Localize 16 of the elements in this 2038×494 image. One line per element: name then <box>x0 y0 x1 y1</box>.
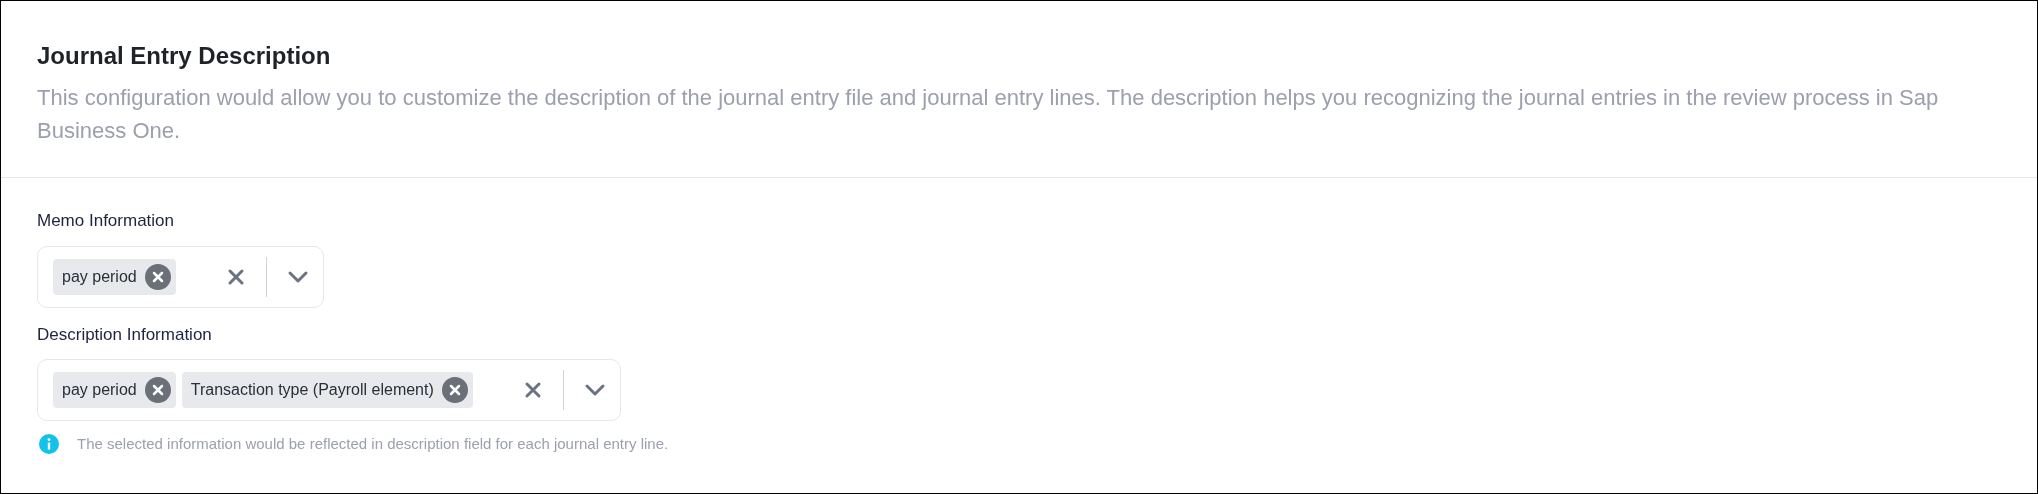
section-description: This configuration would allow you to customize the description of the journal entry file and journal entry lines. The description helps you recognizing the journal entries in the review process in Sap Business One. <box>37 84 1940 145</box>
chevron-down-icon[interactable] <box>583 383 606 397</box>
section-title: Journal Entry Description <box>37 41 332 71</box>
field-label: Description Information <box>37 323 213 346</box>
tag-label: pay period <box>62 380 137 400</box>
tag-label: Transaction type (Payroll element) <box>190 380 434 400</box>
remove-tag-icon[interactable] <box>441 377 468 403</box>
chevron-down-icon[interactable] <box>286 269 309 284</box>
info-note: The selected information would be reflected in description field for each journal entry line. <box>77 434 669 454</box>
remove-tag-icon[interactable] <box>144 377 171 403</box>
info-icon <box>39 434 59 455</box>
multi-select-field[interactable]: pay period Transaction type (Payroll element) <box>37 359 621 421</box>
tag-label: pay period <box>62 266 137 287</box>
field-label: Memo Information <box>37 210 175 232</box>
multi-select-field[interactable]: pay period <box>37 245 324 308</box>
remove-tag-icon[interactable] <box>144 263 171 290</box>
